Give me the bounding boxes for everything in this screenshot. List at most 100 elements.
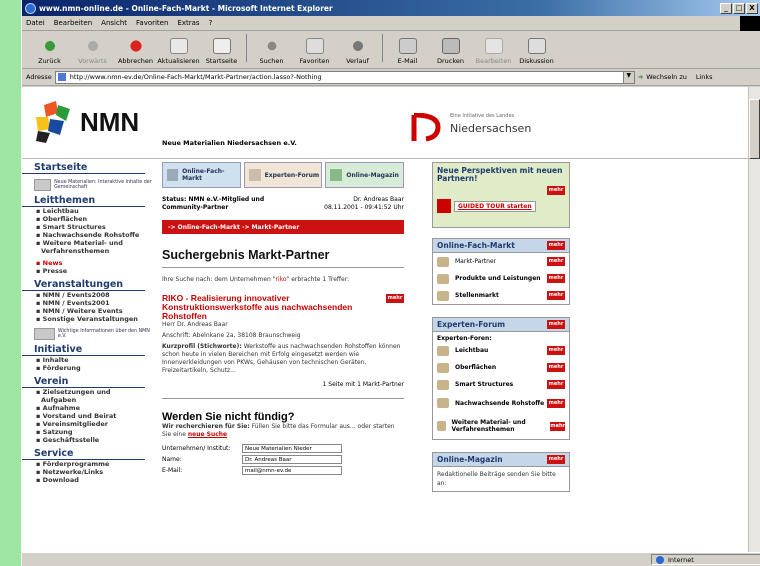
maximize-button[interactable]: □ xyxy=(733,2,745,14)
menu-extras[interactable]: Extras xyxy=(177,19,199,27)
guided-tour-button[interactable]: GUIDED TOUR starten xyxy=(454,200,536,212)
nav-item-weitere-events[interactable]: ▪ NMN / Weitere Events xyxy=(22,307,154,315)
experten-more-button[interactable]: mehr xyxy=(547,320,565,329)
favorites-button[interactable]: Favoriten xyxy=(293,38,336,65)
mail-button[interactable]: E-Mail xyxy=(386,38,429,65)
windows-logo-icon xyxy=(740,16,760,31)
vertical-scrollbar[interactable] xyxy=(748,87,760,552)
search-button[interactable]: Suchen xyxy=(250,38,293,65)
main-content: Online-Fach-Markt Experten-Forum Online-… xyxy=(162,162,405,476)
minimize-button[interactable]: _ xyxy=(720,2,732,14)
nav-item-foerderprogramme[interactable]: ▪ Förderprogramme xyxy=(22,460,154,468)
address-input[interactable]: http://www.nmn-ev.de/Online-Fach-Markt/M… xyxy=(54,70,635,84)
nav-item-zielsetzungen[interactable]: ▪ Zielsetzungen und xyxy=(22,388,154,396)
menu-help[interactable]: ? xyxy=(209,19,213,27)
email-field[interactable]: mail@nmn-ev.de xyxy=(242,466,342,475)
forum-entry-icon xyxy=(437,398,449,408)
refresh-button[interactable]: Aktualisieren xyxy=(157,38,200,65)
breadcrumb[interactable]: -> Online-Fach-Markt -> Markt-Partner xyxy=(162,220,404,234)
scrollbar-thumb[interactable] xyxy=(749,99,760,159)
forum-item[interactable]: Oberflächen mehr xyxy=(433,359,569,376)
promo-banner-1[interactable]: Neue Materialien: Interaktive Inhalte de… xyxy=(34,179,154,191)
nav-item-mitglieder[interactable]: ▪ Vereinsmitglieder xyxy=(22,420,154,428)
nav-item-events2001[interactable]: ▪ NMN / Events2001 xyxy=(22,299,154,307)
edit-button[interactable]: Bearbeiten xyxy=(472,38,515,65)
nav-item-events2008[interactable]: ▪ NMN / Events2008 xyxy=(22,291,154,299)
nav-item-leichtbau[interactable]: ▪ Leichtbau xyxy=(22,207,154,215)
forum-item[interactable]: Smart Structures mehr xyxy=(433,376,569,393)
new-search-link[interactable]: neue Suche xyxy=(188,431,227,438)
fach-markt-more-button[interactable]: mehr xyxy=(547,241,565,250)
jobs-icon xyxy=(437,290,449,301)
nav-item-vorstand[interactable]: ▪ Vorstand und Beirat xyxy=(22,412,154,420)
nav-item-download[interactable]: ▪ Download xyxy=(22,476,154,484)
home-button[interactable]: Startseite xyxy=(200,38,243,65)
menu-ansicht[interactable]: Ansicht xyxy=(101,19,127,27)
nav-veranstaltungen[interactable]: Veranstaltungen xyxy=(22,279,145,291)
fach-markt-item[interactable]: Stellenmarkt mehr xyxy=(433,287,569,304)
promo-banner-2[interactable]: Wichtige Informationen über den NMN e.V. xyxy=(34,328,154,340)
forum-entry-icon xyxy=(437,379,449,390)
magazin-more-button[interactable]: mehr xyxy=(547,455,565,464)
menu-bar: Datei Bearbeiten Ansicht Favoriten Extra… xyxy=(22,16,760,31)
nav-item-netzwerke[interactable]: ▪ Netzwerke/Links xyxy=(22,468,154,476)
tab-online-magazin[interactable]: Online-Magazin xyxy=(325,162,405,188)
nav-initiative[interactable]: Initiative xyxy=(22,344,145,356)
forward-button[interactable]: Vorwärts xyxy=(71,38,114,65)
magazine-icon xyxy=(330,169,343,181)
menu-favoriten[interactable]: Favoriten xyxy=(136,19,168,27)
forum-item[interactable]: Leichtbau mehr xyxy=(433,342,569,359)
nav-item-verfahren[interactable]: Verfahrensthemen xyxy=(22,247,154,255)
nav-verein[interactable]: Verein xyxy=(22,376,145,388)
nav-item-smart-structures[interactable]: ▪ Smart Structures xyxy=(22,223,154,231)
nav-item-aufnahme[interactable]: ▪ Aufnahme xyxy=(22,404,154,412)
nav-item-foerderung[interactable]: ▪ Förderung xyxy=(22,364,154,372)
history-button[interactable]: Verlauf xyxy=(336,38,379,65)
address-label: Adresse xyxy=(26,73,52,81)
links-button[interactable]: Links xyxy=(696,73,713,81)
result-more-button[interactable]: mehr xyxy=(386,294,404,303)
stop-button[interactable]: Abbrechen xyxy=(114,38,157,65)
fach-markt-item[interactable]: Produkte und Leistungen mehr xyxy=(433,270,569,287)
print-button[interactable]: Drucken xyxy=(429,38,472,65)
nav-item-satzung[interactable]: ▪ Satzung xyxy=(22,428,154,436)
result-title-link[interactable]: RIKO - Realisierung innovativer Konstruk… xyxy=(162,294,372,321)
chevron-down-icon[interactable]: ▼ xyxy=(622,71,634,83)
forum-item[interactable]: Nachwachsende Rohstoffe mehr xyxy=(433,393,569,413)
tab-online-fach-markt[interactable]: Online-Fach-Markt xyxy=(162,162,241,188)
menu-datei[interactable]: Datei xyxy=(26,19,45,27)
name-field[interactable]: Dr. Andreas Baar xyxy=(242,455,342,464)
nav-item-oberflaechen[interactable]: ▪ Oberflächen xyxy=(22,215,154,223)
nav-item-sonstige[interactable]: ▪ Sonstige Veranstaltungen xyxy=(22,315,154,323)
nav-item-presse[interactable]: ▪ Presse xyxy=(22,267,154,275)
go-arrow-icon[interactable]: ➜ xyxy=(638,73,643,81)
request-form: Unternehmen/ Institut: Neue Materialien N… xyxy=(162,443,404,476)
nav-leitthemen[interactable]: Leitthemen xyxy=(22,195,145,207)
close-button[interactable]: X xyxy=(746,2,758,14)
left-navigation: Startseite Neue Materialien: Interaktive… xyxy=(22,162,154,484)
discussion-icon xyxy=(527,38,546,54)
nav-item-inhalte[interactable]: ▪ Inhalte xyxy=(22,356,154,364)
favorites-icon xyxy=(305,38,324,54)
company-field[interactable]: Neue Materialien Nieder xyxy=(242,444,342,453)
nav-item-aufgaben[interactable]: Aufgaben xyxy=(22,396,154,404)
site-header: NMN Neue Materialien Niedersachsen e.V. … xyxy=(22,87,749,157)
menu-bearbeiten[interactable]: Bearbeiten xyxy=(54,19,92,27)
fach-markt-item[interactable]: Markt-Partner mehr xyxy=(433,253,569,270)
nav-startseite[interactable]: Startseite xyxy=(22,162,145,174)
page-icon xyxy=(57,73,66,81)
tab-experten-forum[interactable]: Experten-Forum xyxy=(243,162,323,188)
promo-more-button[interactable]: mehr xyxy=(547,186,565,195)
nav-item-nachwachsende[interactable]: ▪ Nachwachsende Rohstoffe xyxy=(22,231,154,239)
nav-item-news[interactable]: ▪ News xyxy=(22,259,154,267)
discussion-button[interactable]: Diskussion xyxy=(515,38,558,65)
back-button[interactable]: Zurück xyxy=(28,38,71,65)
market-icon xyxy=(167,169,179,181)
go-button[interactable]: Wechseln zu xyxy=(646,73,687,81)
search-summary: Ihre Suche nach: dem Unternehmen "riko" … xyxy=(162,276,350,283)
mail-icon xyxy=(398,38,417,54)
forum-item[interactable]: Weitere Material- und Verfahrensthemen me… xyxy=(433,413,569,439)
nav-service[interactable]: Service xyxy=(22,448,145,460)
nav-item-weitere[interactable]: ▪ Weitere Material- und xyxy=(22,239,154,247)
nav-item-geschaeftsstelle[interactable]: ▪ Geschäftsstelle xyxy=(22,436,154,444)
